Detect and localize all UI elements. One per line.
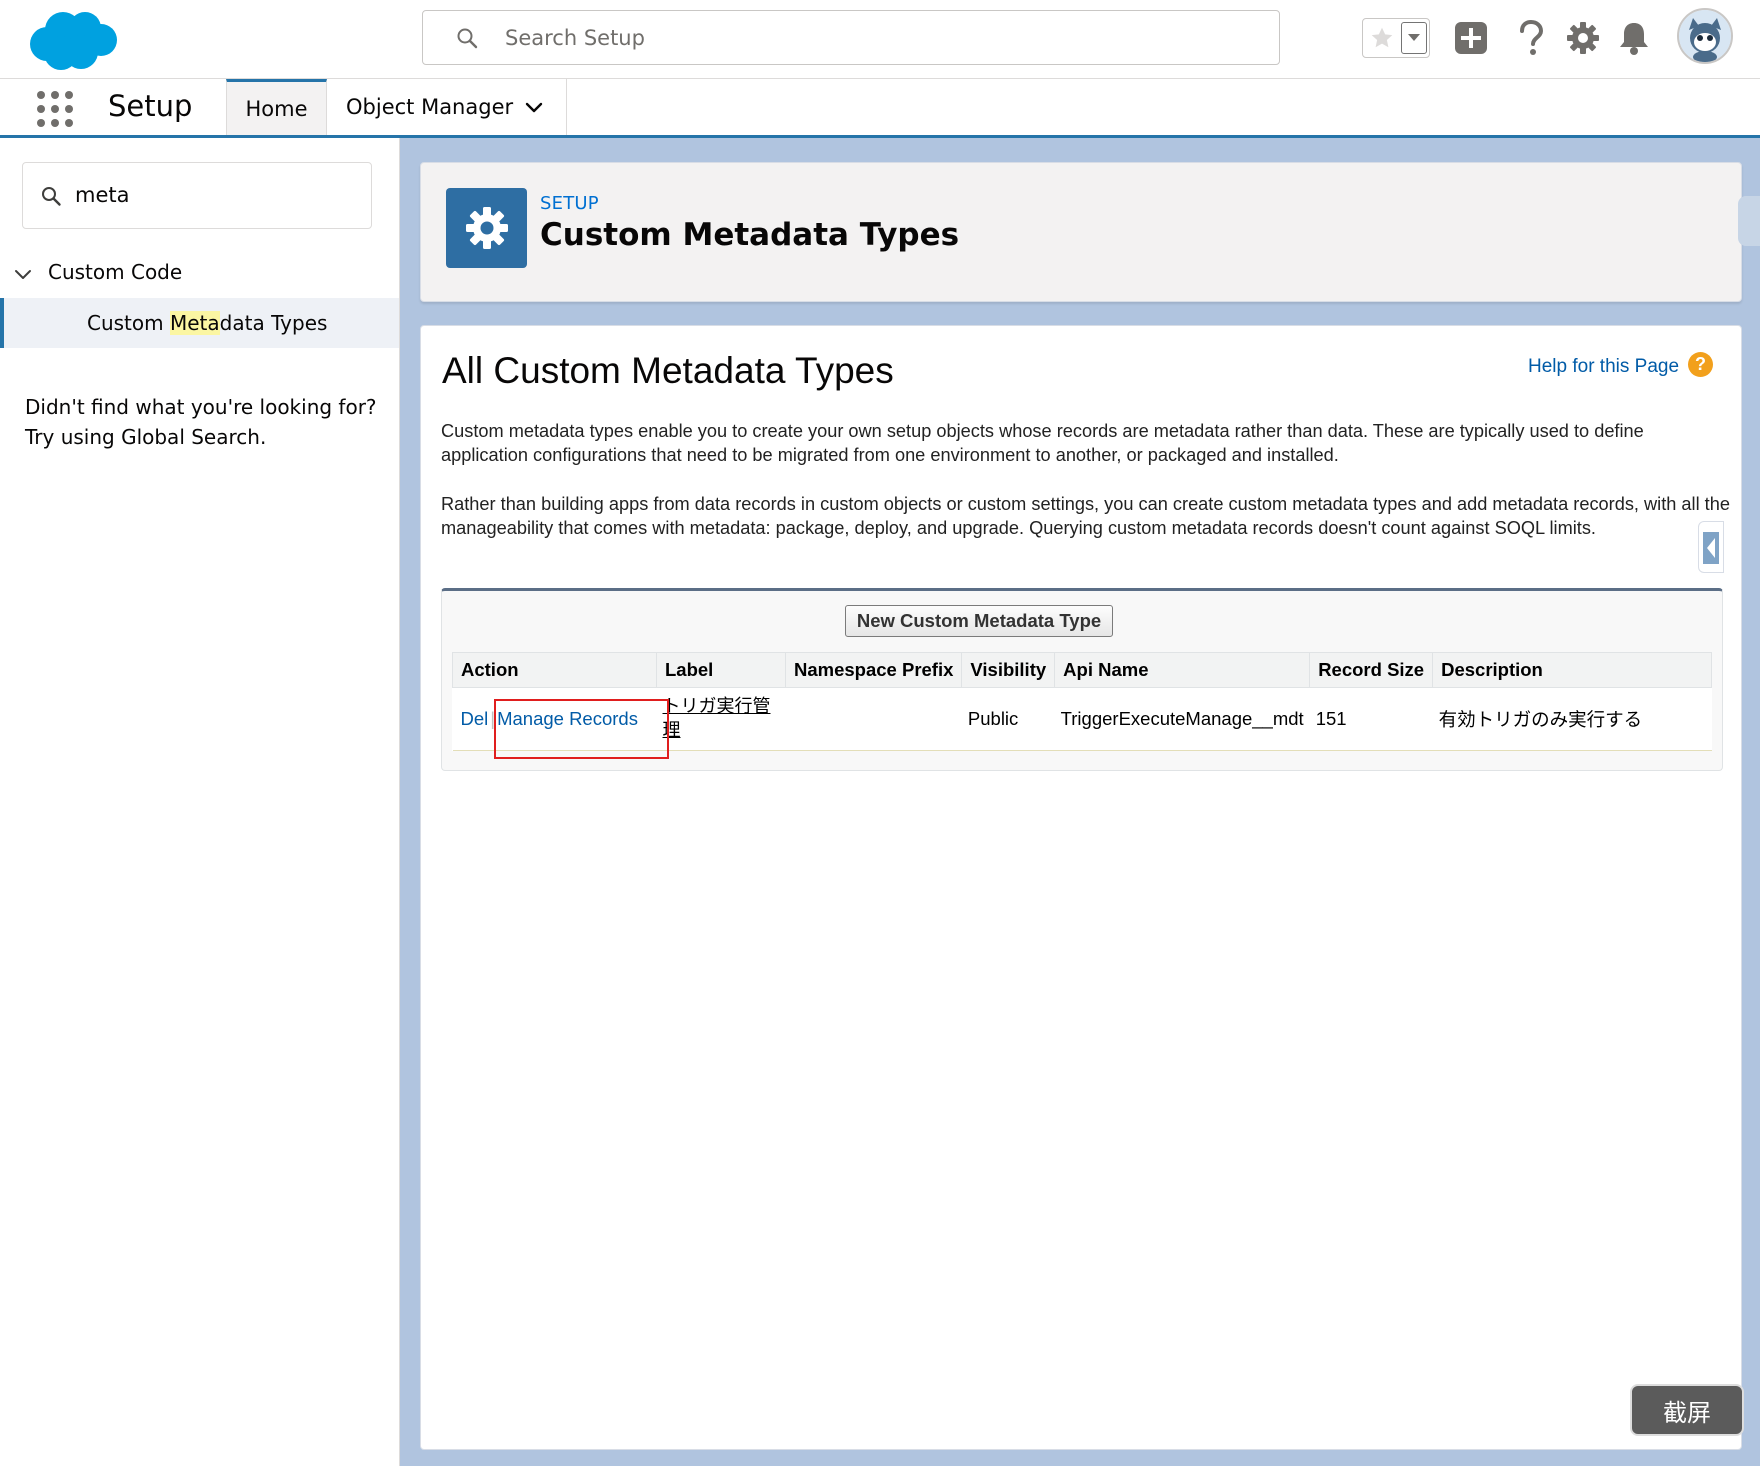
section-title: All Custom Metadata Types — [442, 350, 894, 391]
action-cell: Del | Manage Records — [452, 687, 657, 751]
context-bar: Setup Home Object Manager — [0, 79, 1760, 138]
search-match-highlight: Meta — [169, 311, 220, 335]
tab-object-manager-label: Object Manager — [346, 95, 514, 119]
setup-gear-icon — [446, 188, 527, 268]
tree-item-label-prefix: Custom — [87, 311, 170, 335]
screenshot-button[interactable]: 截屏 — [1630, 1384, 1744, 1436]
favorites-group[interactable] — [1362, 18, 1430, 58]
api-name-cell: TriggerExecuteManage__mdt — [1054, 687, 1310, 751]
setup-sidebar: Custom Code Custom Metadata Types Didn't… — [0, 138, 400, 1466]
column-header-visibility: Visibility — [961, 652, 1056, 688]
column-header-action: Action — [452, 652, 657, 688]
chevron-down-icon[interactable] — [524, 98, 544, 118]
column-header-record-size: Record Size — [1309, 652, 1434, 688]
search-icon — [457, 28, 478, 49]
notifications-button[interactable] — [1615, 18, 1653, 58]
chevron-down-icon[interactable] — [13, 265, 33, 285]
setup-gear-button[interactable] — [1564, 18, 1602, 58]
record-size-cell: 151 — [1309, 687, 1433, 751]
column-header-description: Description — [1432, 652, 1712, 688]
gear-icon — [1567, 22, 1599, 54]
global-search-input[interactable] — [505, 21, 1245, 55]
favorites-dropdown-button[interactable] — [1401, 22, 1427, 54]
tree-section-custom-code[interactable]: Custom Code — [0, 256, 399, 292]
new-custom-metadata-type-button[interactable]: New Custom Metadata Type — [845, 605, 1113, 637]
app-name: Setup — [108, 89, 193, 123]
not-found-line-2: Try using Global Search. — [25, 425, 267, 449]
manage-records-link[interactable]: Manage Records — [497, 708, 638, 729]
global-header — [0, 0, 1760, 79]
table-row: Del | Manage Records トリガ実行管理 Public Trigge… — [452, 687, 1712, 751]
not-found-line-1: Didn't find what you're looking for? — [25, 395, 377, 419]
question-icon — [1520, 20, 1544, 55]
column-header-label: Label — [656, 652, 786, 688]
delete-link[interactable]: Del — [461, 708, 489, 729]
tab-home[interactable]: Home — [226, 79, 327, 135]
chevron-left-icon — [1703, 532, 1719, 564]
column-header-namespace-prefix: Namespace Prefix — [784, 652, 963, 688]
quick-find[interactable] — [22, 162, 372, 229]
label-link[interactable]: トリガ実行管理 — [663, 695, 779, 743]
salesforce-logo[interactable] — [25, 6, 119, 72]
page-header: SETUP Custom Metadata Types — [420, 162, 1742, 302]
bell-icon — [1620, 23, 1648, 55]
description-paragraph-1: Custom metadata types enable you to crea… — [441, 421, 1644, 465]
table-header-row: Action Label Namespace Prefix Visibility… — [452, 652, 1712, 688]
help-for-this-page-link[interactable]: Help for this Page — [1528, 356, 1679, 378]
visibility-cell: Public — [961, 687, 1055, 751]
tree-section-label: Custom Code — [48, 260, 183, 284]
page-title: Custom Metadata Types — [540, 217, 960, 253]
tab-object-manager[interactable]: Object Manager — [327, 79, 567, 135]
plus-icon — [1455, 22, 1487, 54]
global-actions-button[interactable] — [1452, 18, 1490, 58]
global-search[interactable] — [422, 10, 1280, 65]
help-icon[interactable]: ? — [1688, 352, 1713, 377]
tab-home-label: Home — [245, 96, 308, 121]
tree-item-label-suffix: data Types — [219, 311, 328, 335]
help-button[interactable] — [1512, 18, 1550, 58]
action-separator: | — [490, 708, 496, 729]
page-eyebrow: SETUP — [540, 193, 599, 214]
tree-item-label: Custom Metadata Types — [87, 311, 327, 335]
quick-find-input[interactable] — [75, 179, 355, 211]
chevron-down-icon — [1408, 34, 1420, 41]
collapse-panel-tab[interactable] — [1698, 521, 1724, 573]
search-icon — [42, 187, 61, 206]
metadata-types-list: New Custom Metadata Type Action Label Na… — [441, 588, 1723, 771]
tree-item-custom-metadata-types[interactable]: Custom Metadata Types — [0, 298, 399, 348]
description-paragraph-2: Rather than building apps from data reco… — [441, 494, 1730, 538]
namespace-prefix-cell — [785, 687, 962, 751]
not-found-message: Didn't find what you're looking for? Try… — [25, 392, 385, 452]
label-cell: トリガ実行管理 — [656, 687, 786, 751]
column-header-api-name: Api Name — [1054, 652, 1311, 688]
description-cell: 有効トリガのみ実行する — [1432, 687, 1712, 751]
app-launcher-icon[interactable] — [36, 90, 74, 128]
star-icon[interactable] — [1363, 19, 1401, 56]
avatar[interactable] — [1677, 8, 1733, 64]
main-content: All Custom Metadata Types Help for this … — [420, 325, 1742, 1450]
side-panel-handle[interactable] — [1738, 196, 1760, 246]
metadata-types-table: Action Label Namespace Prefix Visibility… — [452, 652, 1712, 751]
